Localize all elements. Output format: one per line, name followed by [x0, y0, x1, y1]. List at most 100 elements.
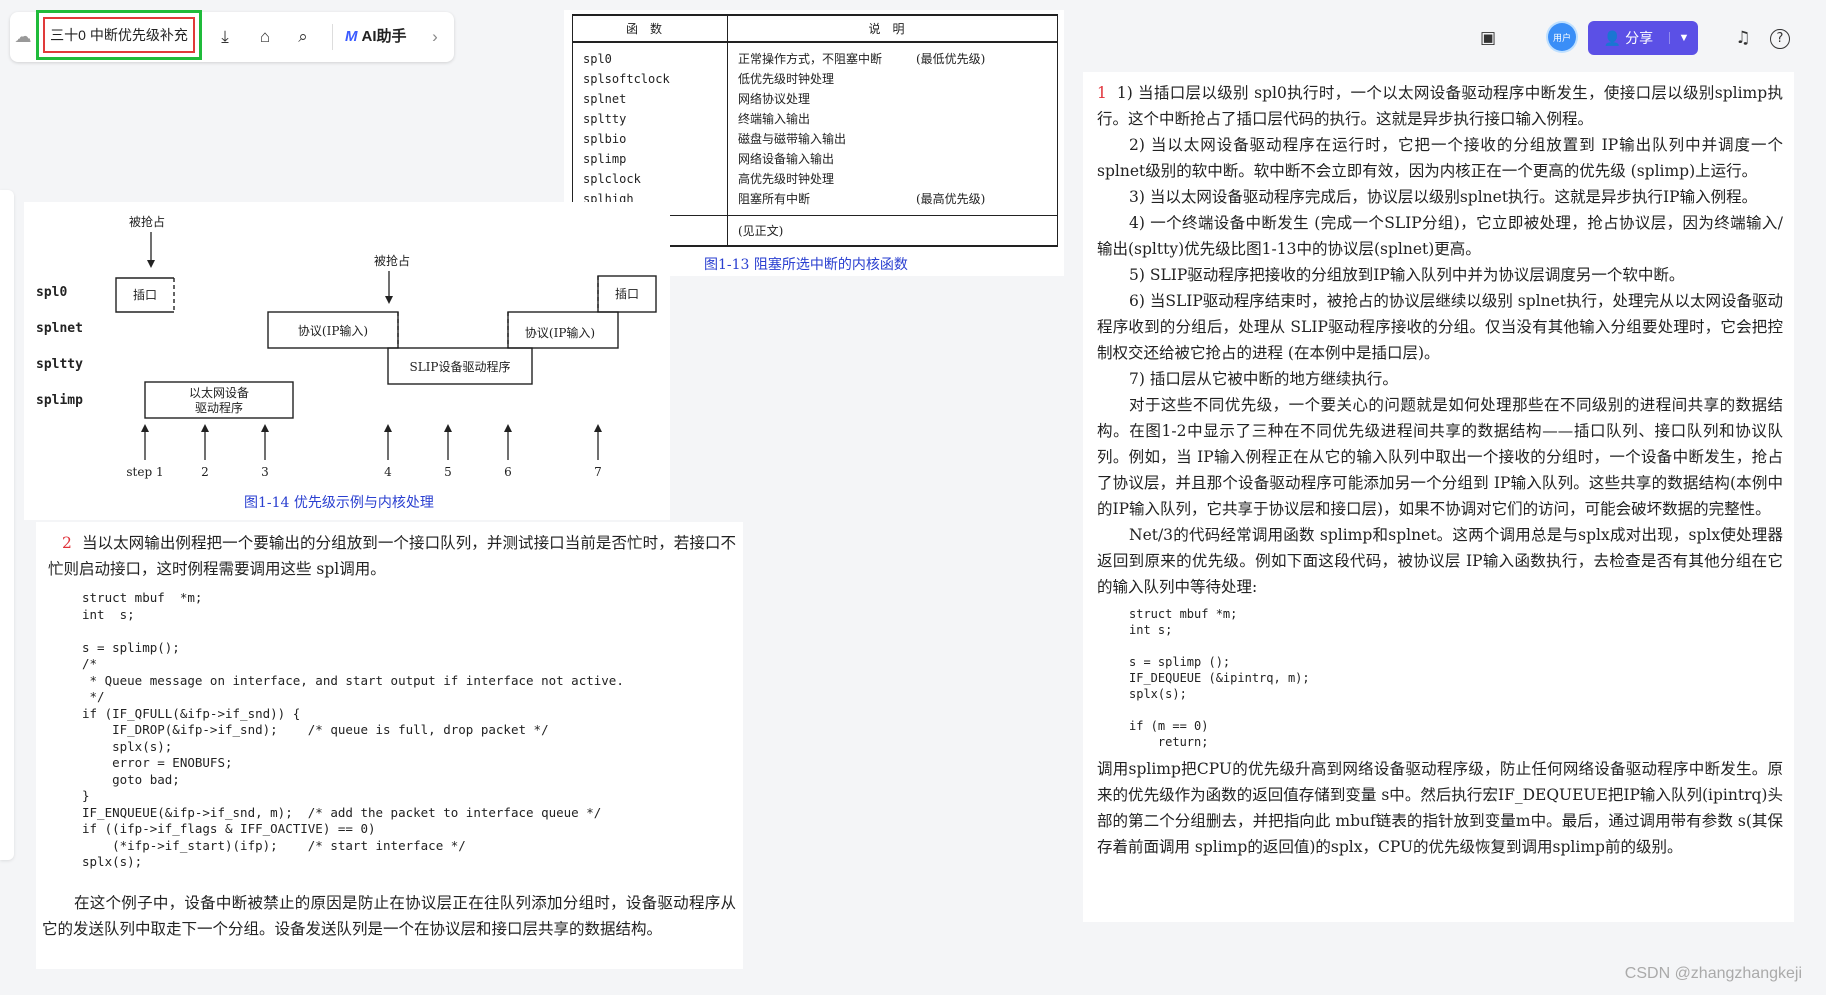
table-row-function: splsoftclock: [583, 72, 670, 86]
right-paragraph-1: 1 1) 当插口层以级别 spl0执行时，一个以太网设备驱动程序中断发生，使接口层…: [1097, 80, 1783, 132]
right-paragraph-9: Net/3的代码经常调用函数 splimp和splnet。这两个调用总是与spl…: [1097, 526, 1783, 596]
table-row-note: (最低优先级): [916, 52, 986, 66]
left-side-strip: [0, 190, 14, 860]
search-icon[interactable]: ⌕: [292, 26, 314, 48]
table-row-description: 终端输入输出: [738, 109, 1047, 129]
iface-box-1-label: 插口: [133, 288, 157, 302]
cloud-icon: ☁: [14, 27, 32, 46]
right-paragraph-1-text: 1) 当插口层以级别 spl0执行时，一个以太网设备驱动程序中断发生，使接口层以…: [1097, 84, 1783, 128]
right-paragraph-8: 对于这些不同优先级，一个要关心的问题就是如何处理那些在不同级别的进程间共享的数据…: [1097, 396, 1783, 518]
step-label-6: 6: [504, 465, 512, 479]
step-label-4: 4: [384, 465, 392, 479]
level-label-spl0: spl0: [36, 285, 67, 300]
toolbar-divider: [332, 24, 333, 50]
right-code-block: struct mbuf *m; int s; s = splimp (); IF…: [1129, 607, 1310, 749]
avatar[interactable]: 用户: [1548, 23, 1576, 51]
chevron-right-icon[interactable]: ›: [424, 26, 446, 48]
table-row-function: splimp: [583, 152, 627, 166]
table-row-function: spl0: [583, 52, 612, 66]
table-header-function: 函数: [572, 14, 728, 43]
table-row-function: splbio: [583, 132, 627, 146]
right-paragraph-5: 5) SLIP驱动程序把接收的分组放到IP输入队列中并为协议层调度另一个软中断。: [1129, 266, 1685, 284]
table-row-description: 正常操作方式，不阻塞中断 (最低优先级): [738, 49, 1047, 69]
right-paragraph-7: 7) 插口层从它被中断的地方继续执行。: [1129, 370, 1398, 388]
share-button[interactable]: 👤 分享 ▼: [1588, 21, 1698, 55]
level-label-spltty: spltty: [36, 357, 83, 372]
step-arrowhead-6: [504, 424, 512, 432]
download-icon[interactable]: ⤓: [214, 26, 236, 48]
annotation-number-1: 1: [1097, 84, 1107, 102]
right-paragraph-2: 2) 当以太网设备驱动程序在运行时，它把一个接收的分组放置到 IP输出队列中并调…: [1097, 136, 1783, 180]
right-paragraph-6: 6) 当SLIP驱动程序结束时，被抢占的协议层继续以级别 splnet执行，处理…: [1097, 292, 1783, 362]
ethernet-driver-label-line1: 以太网设备: [189, 385, 249, 400]
step-arrowhead-5: [444, 424, 452, 432]
slip-driver-label: SLIP设备驱动程序: [409, 359, 510, 374]
ip-input-box-1-label: 协议(IP输入): [298, 323, 368, 338]
step-arrowhead-1: [141, 424, 149, 432]
table-row-description-text: 终端输入输出: [738, 112, 811, 126]
table-row-description-text: 网络设备输入输出: [738, 152, 835, 166]
briefcase-icon[interactable]: ▣: [1476, 26, 1500, 50]
chevron-down-icon[interactable]: ▼: [1669, 32, 1698, 44]
function-list-cell: spl0 splsoftclock splnet spltty splbio splimp…: [572, 41, 728, 216]
table-row-description: 网络协议处理: [738, 89, 1047, 109]
diagram-caption: 图1-14 优先级示例与内核处理: [244, 495, 434, 511]
table-row-function: spltty: [583, 112, 627, 126]
step-label-7: 7: [594, 465, 602, 479]
share-text: 分享: [1625, 30, 1654, 46]
step-label-1: step 1: [126, 465, 163, 479]
help-icon[interactable]: ?: [1770, 29, 1790, 49]
annotation-number-2: 2: [62, 534, 72, 552]
right-paragraph-3: 3) 当以太网设备驱动程序完成后，协议层以级别splnet执行。这就是异步执行I…: [1129, 188, 1758, 206]
table-row-note: (最高优先级): [916, 192, 986, 206]
left-paragraph-2: 在这个例子中，设备中断被禁止的原因是防止在协议层正在往队列添加分组时，设备驱动程…: [42, 894, 736, 938]
right-paragraph-4: 4) 一个终端设备中断发生 (完成一个SLIP分组)，它立即被处理，抢占协议层，…: [1097, 214, 1783, 258]
tag-icon[interactable]: ⌂: [254, 26, 276, 48]
table-header-description: 说明: [727, 14, 1058, 43]
ethernet-driver-label-line2: 驱动程序: [195, 400, 243, 415]
level-label-splimp: splimp: [36, 393, 83, 408]
left-paragraph-1: 2 当以太网输出例程把一个要输出的分组放到一个接口队列，并测试接口当前是否忙时，若…: [48, 530, 736, 582]
table-row-description: 阻塞所有中断 (最高优先级): [738, 189, 1047, 209]
left-code-block: struct mbuf *m; int s; s = splimp(); /* …: [82, 590, 624, 869]
ai-assistant-label: AI助手: [361, 28, 407, 45]
top-toolbar: ☁ 三十0 中断优先级补充 ⤓ ⌂ ⌕ M AI助手 ›: [10, 10, 454, 62]
bell-icon[interactable]: ♫: [1731, 26, 1755, 50]
priority-diagram: spl0 splnet spltty splimp 被抢占 被抢占 插口 以太网…: [36, 214, 657, 511]
right-text-panel: 1 1) 当插口层以级别 spl0执行时，一个以太网设备驱动程序中断发生，使接口层…: [1083, 72, 1794, 922]
table-row-description-text: 正常操作方式，不阻塞中断: [738, 52, 883, 66]
ai-assistant-button[interactable]: M AI助手: [345, 25, 407, 46]
document-title-highlight[interactable]: 三十0 中断优先级补充: [36, 10, 202, 60]
table-row-description-text: 阻塞所有中断: [738, 192, 811, 206]
right-paragraph-10: 调用splimp把CPU的优先级升高到网络设备驱动程序级，防止任何网络设备驱动程…: [1097, 760, 1783, 856]
description-list: 正常操作方式，不阻塞中断 (最低优先级) 低优先级时钟处理 网络协议处理终端输入输出磁…: [738, 49, 1047, 209]
right-text-body: 1 1) 当插口层以级别 spl0执行时，一个以太网设备驱动程序中断发生，使接口层…: [1097, 80, 1783, 860]
table-row-function: splnet: [583, 92, 627, 106]
preempted-arrowhead-1: [147, 260, 155, 268]
left-code-panel: 2 当以太网输出例程把一个要输出的分组放到一个接口队列，并测试接口当前是否忙时，若…: [36, 522, 743, 969]
table-row-description: 高优先级时钟处理: [738, 169, 1047, 189]
table-row-splx-desc: (见正文): [727, 215, 1058, 247]
step-arrowhead-3: [261, 424, 269, 432]
table-row-description: 网络设备输入输出: [738, 149, 1047, 169]
watermark: CSDN @zhangzhangkeji: [1624, 965, 1802, 982]
table-row-description: 磁盘与磁带输入输出: [738, 129, 1047, 149]
table-caption: 图1-13 阻塞所选中断的内核函数: [704, 257, 908, 273]
ip-input-box-2-label: 协议(IP输入): [525, 325, 595, 340]
document-title[interactable]: 三十0 中断优先级补充: [43, 17, 195, 53]
level-label-splnet: splnet: [36, 321, 83, 336]
left-paragraph-1-text: 当以太网输出例程把一个要输出的分组放到一个接口队列，并测试接口当前是否忙时，若接…: [48, 534, 736, 578]
preempted-label-2: 被抢占: [374, 253, 410, 268]
ai-logo-icon: M: [345, 28, 358, 45]
step-arrowhead-2: [201, 424, 209, 432]
header-right-actions: ▣ 用户 👤 分享 ▼ ♫ ?: [1476, 14, 1806, 66]
description-list-cell: 正常操作方式，不阻塞中断 (最低优先级) 低优先级时钟处理 网络协议处理终端输入输出磁…: [727, 41, 1058, 216]
function-list: spl0 splsoftclock splnet spltty splbio splimp…: [583, 49, 717, 209]
priority-diagram-panel: spl0 splnet spltty splimp 被抢占 被抢占 插口 以太网…: [24, 202, 670, 520]
step-label-3: 3: [261, 465, 269, 479]
table-row-description: 低优先级时钟处理: [738, 69, 1047, 89]
step-label-5: 5: [444, 465, 452, 479]
preempted-arrowhead-2: [385, 296, 393, 304]
table-row-function: splclock: [583, 172, 641, 186]
share-label: 👤 分享: [1603, 30, 1654, 46]
